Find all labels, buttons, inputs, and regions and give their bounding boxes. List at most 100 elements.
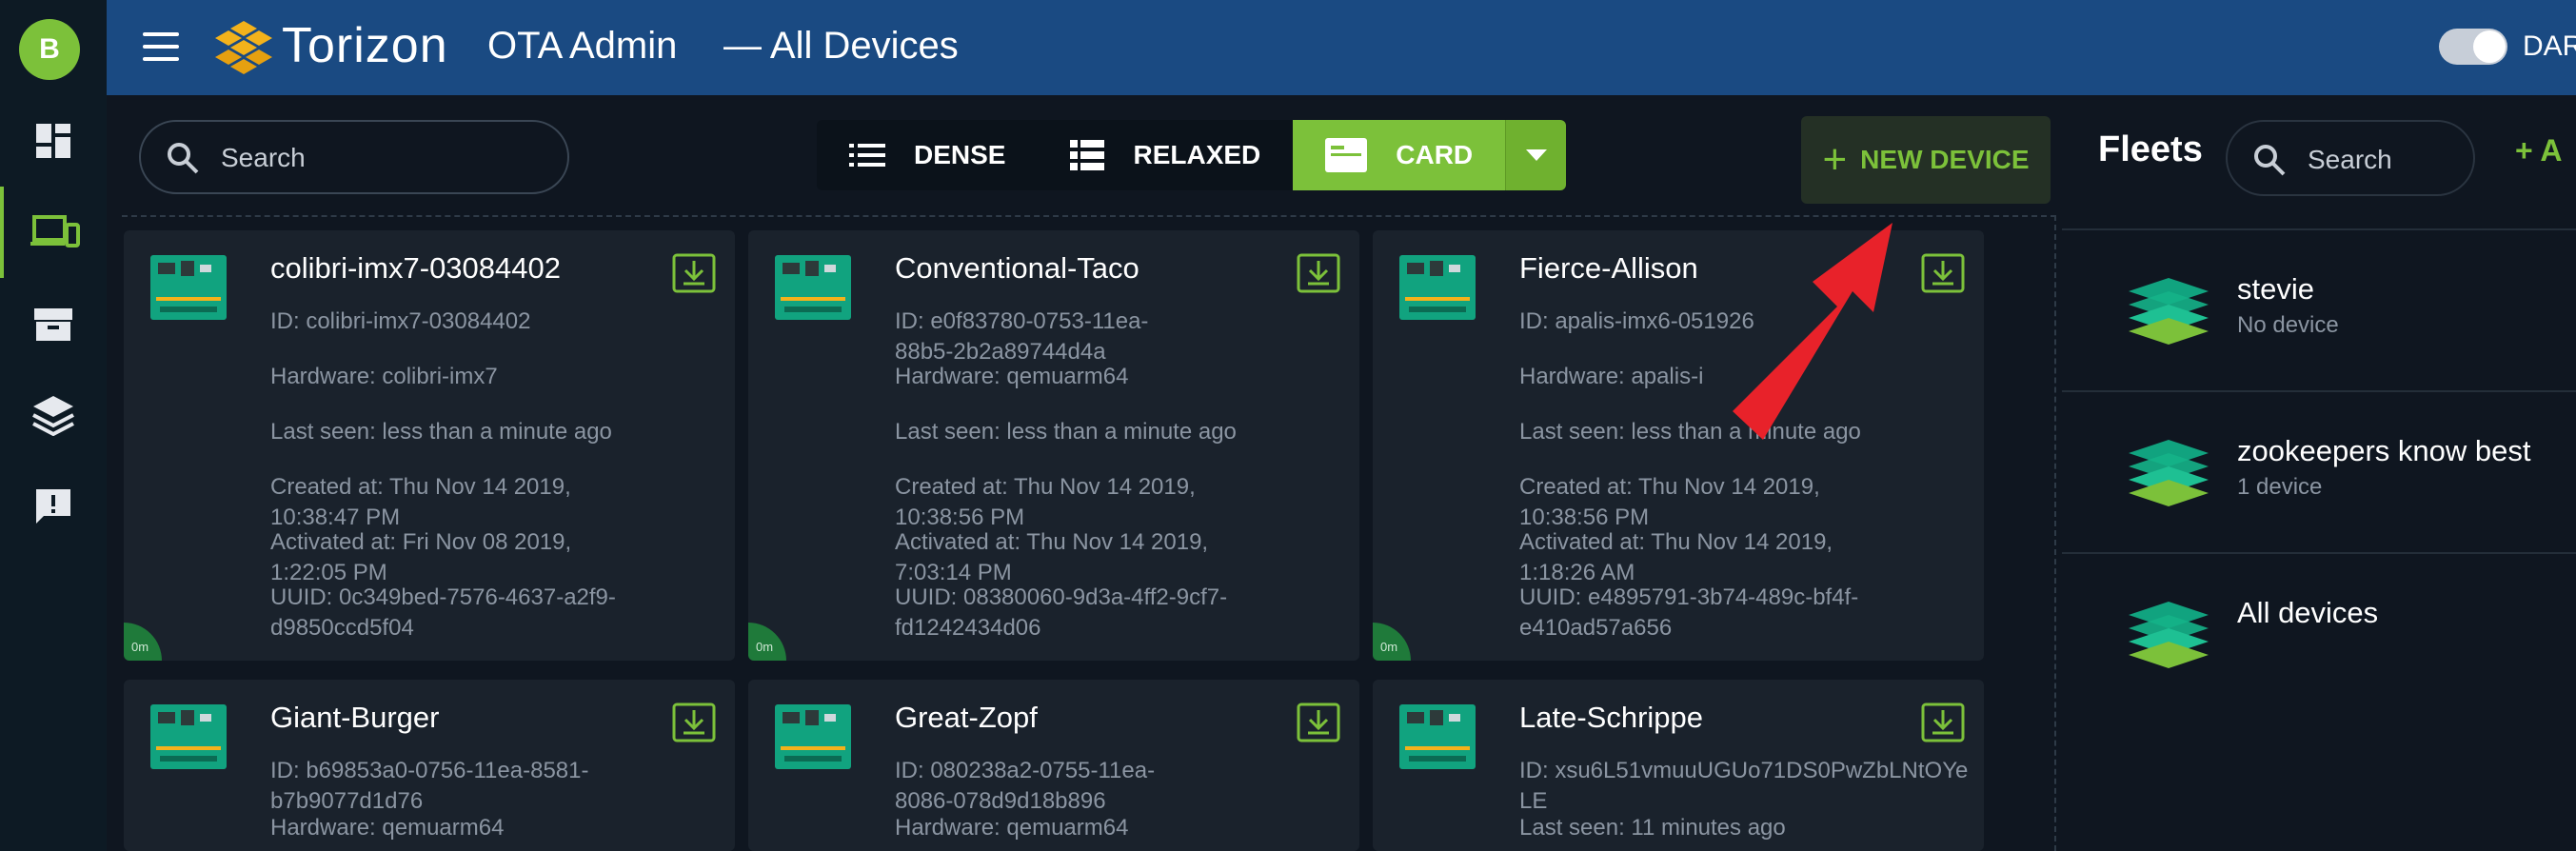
- device-created: Created at: Thu Nov 14 2019, 10:38:56 PM: [1519, 474, 1820, 530]
- device-age-badge: 0m: [748, 623, 786, 661]
- packages-icon: [34, 308, 72, 341]
- nav-dashboard[interactable]: [0, 95, 107, 187]
- search-icon: [168, 143, 199, 174]
- menu-icon[interactable]: [143, 32, 179, 61]
- fleet-name: stevie: [2237, 272, 2314, 306]
- dark-mode-label: DAR: [2523, 30, 2576, 62]
- product-name: OTA Admin: [487, 25, 678, 67]
- device-uuid: UUID: e4895791-3b74-489c-bf4f-e410ad57a6…: [1519, 584, 1859, 641]
- nav-feedback[interactable]: [0, 461, 107, 552]
- feedback-icon: [36, 489, 70, 524]
- fleet-item[interactable]: stevie No device: [2062, 228, 2576, 390]
- view-dense-button[interactable]: DENSE: [817, 120, 1038, 190]
- search-icon: [2254, 145, 2286, 176]
- device-card[interactable]: Late-Schrippe ID: xsu6L51vmuuUGUo71DS0Pw…: [1373, 680, 1984, 851]
- board-icon: [1399, 704, 1476, 769]
- brand-name[interactable]: Torizon: [282, 17, 448, 74]
- device-uuid: UUID: 08380060-9d3a-4ff2-9cf7-fd1242434d…: [895, 584, 1228, 641]
- nav-fleets[interactable]: [0, 369, 107, 461]
- add-fleet-button[interactable]: + A: [2515, 133, 2563, 168]
- plus-icon: +: [1822, 136, 1848, 183]
- device-created: Created at: Thu Nov 14 2019, 10:38:47 PM: [270, 474, 571, 530]
- search-placeholder: Search: [2308, 145, 2392, 174]
- device-hardware: Hardware: qemuarm64: [270, 815, 505, 841]
- board-icon: [775, 704, 851, 769]
- view-relaxed-label: RELAXED: [1133, 140, 1261, 169]
- download-icon[interactable]: [1921, 703, 1965, 742]
- view-card-button[interactable]: CARD: [1293, 120, 1506, 190]
- device-activated: Activated at: Thu Nov 14 2019, 7:03:14 P…: [895, 529, 1209, 585]
- view-menu-dropdown[interactable]: [1505, 120, 1567, 190]
- device-card[interactable]: Great-Zopf ID: 080238a2-0755-11ea-8086-0…: [748, 680, 1359, 851]
- list-icon: [849, 144, 885, 167]
- avatar[interactable]: B: [19, 19, 80, 80]
- fleet-stack-icon: [2129, 278, 2209, 345]
- device-activated: Activated at: Fri Nov 08 2019, 1:22:05 P…: [270, 529, 572, 585]
- device-activated: Activated at: Thu Nov 14 2019, 1:18:26 A…: [1519, 529, 1833, 585]
- fleet-item[interactable]: zookeepers know best 1 device: [2062, 390, 2576, 552]
- device-hardware: Hardware: qemuarm64: [895, 364, 1129, 389]
- download-icon[interactable]: [1297, 703, 1340, 742]
- device-id: ID: 080238a2-0755-11ea-8086-078d9d18b896: [895, 758, 1156, 814]
- device-age-badge: 0m: [1373, 623, 1411, 661]
- download-icon[interactable]: [672, 253, 716, 293]
- device-last-seen: Last seen: less than a minute ago: [895, 419, 1237, 445]
- dark-mode-toggle[interactable]: [2439, 29, 2507, 65]
- side-nav: [0, 95, 107, 851]
- page-title: — All Devices: [723, 25, 959, 67]
- nav-packages[interactable]: [0, 278, 107, 369]
- device-created: Created at: Thu Nov 14 2019, 10:38:56 PM: [895, 474, 1196, 530]
- view-card-label: CARD: [1396, 140, 1474, 169]
- fleets-icon: [32, 396, 74, 436]
- device-card[interactable]: Conventional-Taco ID: e0f83780-0753-11ea…: [748, 230, 1359, 661]
- device-id: ID: e0f83780-0753-11ea-88b5-2b2a89744d4a: [895, 308, 1149, 365]
- board-icon: [150, 255, 227, 320]
- fleet-device-count: 1 device: [2237, 474, 2323, 500]
- device-card[interactable]: colibri-imx7-03084402 ID: colibri-imx7-0…: [124, 230, 735, 661]
- board-icon: [1399, 255, 1476, 320]
- device-last-seen: Last seen: 11 minutes ago: [1519, 815, 1786, 841]
- table-icon: [1070, 140, 1105, 170]
- view-mode-toggle: DENSE RELAXED CARD: [817, 120, 1567, 190]
- device-age-badge: 0m: [124, 623, 162, 661]
- dashboard-icon: [36, 124, 70, 158]
- annotation-arrow: [1733, 223, 1892, 440]
- chevron-down-icon: [1525, 149, 1547, 161]
- card-icon: [1325, 138, 1368, 172]
- device-name[interactable]: Great-Zopf: [895, 701, 1038, 735]
- fleet-stack-icon: [2129, 440, 2209, 506]
- device-search-input[interactable]: Search: [139, 120, 569, 194]
- device-name[interactable]: colibri-imx7-03084402: [270, 251, 561, 286]
- download-icon[interactable]: [1297, 253, 1340, 293]
- device-id: ID: colibri-imx7-03084402: [270, 308, 531, 334]
- download-icon[interactable]: [672, 703, 716, 742]
- devices-icon: [30, 215, 80, 247]
- fleets-title: Fleets: [2098, 129, 2203, 169]
- new-device-button[interactable]: + NEW DEVICE: [1801, 116, 2051, 204]
- fleet-stack-icon: [2129, 602, 2209, 668]
- nav-devices[interactable]: [0, 187, 107, 278]
- device-id: ID: xsu6L51vmuuUGUo71DS0PwZbLNtOYeLE: [1519, 758, 1969, 814]
- device-last-seen: Last seen: less than a minute ago: [270, 419, 612, 445]
- fleet-device-count: No device: [2237, 312, 2339, 338]
- device-name[interactable]: Conventional-Taco: [895, 251, 1139, 286]
- device-hardware: Hardware: qemuarm64: [895, 815, 1129, 841]
- divider: [2054, 215, 2056, 851]
- view-relaxed-button[interactable]: RELAXED: [1038, 120, 1293, 190]
- board-icon: [775, 255, 851, 320]
- new-device-label: NEW DEVICE: [1860, 145, 2030, 174]
- device-name[interactable]: Giant-Burger: [270, 701, 439, 735]
- torizon-logo-icon: [215, 21, 272, 74]
- fleet-search-input[interactable]: Search: [2226, 120, 2475, 196]
- download-icon[interactable]: [1921, 253, 1965, 293]
- device-id: ID: b69853a0-0756-11ea-8581-b7b9077d1d76: [270, 758, 589, 814]
- view-dense-label: DENSE: [914, 140, 1006, 169]
- fleet-name: zookeepers know best: [2237, 434, 2531, 467]
- device-card[interactable]: Giant-Burger ID: b69853a0-0756-11ea-8581…: [124, 680, 735, 851]
- device-hardware: Hardware: colibri-imx7: [270, 364, 498, 389]
- device-name[interactable]: Fierce-Allison: [1519, 251, 1698, 286]
- device-name[interactable]: Late-Schrippe: [1519, 701, 1703, 735]
- fleet-item[interactable]: All devices: [2062, 552, 2576, 714]
- device-uuid: UUID: 0c349bed-7576-4637-a2f9-d9850ccd5f…: [270, 584, 616, 641]
- search-placeholder: Search: [221, 143, 306, 172]
